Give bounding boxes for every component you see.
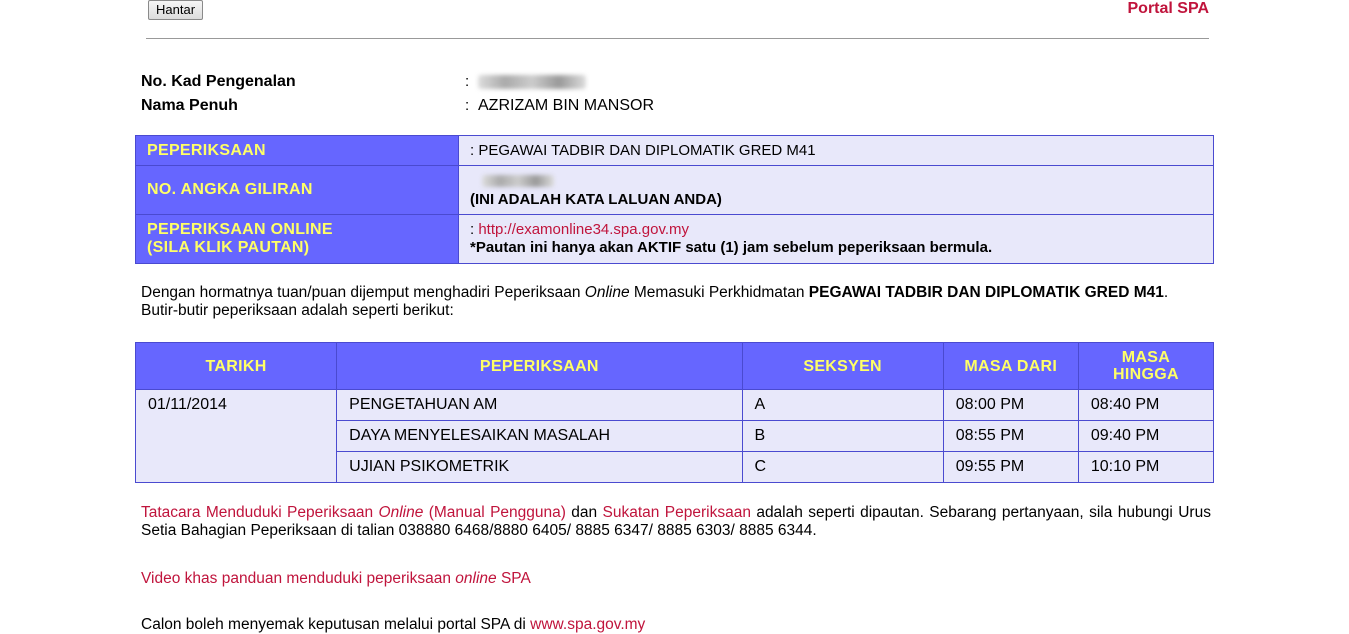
password-note: (INI ADALAH KATA LALUAN ANDA) bbox=[470, 191, 722, 208]
time-to: 08:40 PM bbox=[1077, 389, 1215, 421]
exam-online-link[interactable]: http://examonline34.spa.gov.my bbox=[478, 221, 689, 238]
online-exam-label: PEPERIKSAAN ONLINE (SILA KLIK PAUTAN) bbox=[135, 214, 459, 264]
online-exam-row: PEPERIKSAAN ONLINE (SILA KLIK PAUTAN) : … bbox=[135, 214, 1214, 264]
top-bar: Hantar Portal SPA bbox=[146, 0, 1209, 39]
exam-info-table: PEPERIKSAAN : PEGAWAI TADBIR DAN DIPLOMA… bbox=[135, 135, 1214, 264]
video-text-2: SPA bbox=[496, 570, 531, 587]
exam-label: PEPERIKSAAN bbox=[135, 135, 459, 166]
turn-number-row: NO. ANGKA GILIRAN (INI ADALAH KATA LALUA… bbox=[135, 165, 1214, 215]
online-exam-label-line2: (SILA KLIK PAUTAN) bbox=[147, 239, 310, 256]
exam-row: PEPERIKSAAN : PEGAWAI TADBIR DAN DIPLOMA… bbox=[135, 135, 1214, 166]
time-to: 10:10 PM bbox=[1077, 451, 1215, 483]
time-from: 09:55 PM bbox=[942, 451, 1079, 483]
schedule-header-row: TARIKH PEPERIKSAAN SEKSYEN MASA DARI MAS… bbox=[134, 342, 1215, 390]
header-time-to: MASA HINGGA bbox=[1077, 342, 1215, 390]
time-from: 08:55 PM bbox=[942, 420, 1079, 452]
invitation-text: Dengan hormatnya tuan/puan dijemput meng… bbox=[141, 284, 1211, 320]
turn-number-redacted bbox=[470, 172, 1202, 189]
online-colon: : bbox=[470, 221, 475, 238]
page-content: Hantar Portal SPA No. Kad Pengenalan : N… bbox=[134, 0, 1215, 633]
intro-text-1: Dengan hormatnya tuan/puan dijemput meng… bbox=[141, 284, 585, 301]
spa-website-link[interactable]: www.spa.gov.my bbox=[530, 616, 645, 633]
syllabus-link[interactable]: Sukatan Peperiksaan bbox=[603, 504, 751, 521]
note-and: dan bbox=[565, 504, 603, 521]
intro-text-2: Memasuki Perkhidmatan bbox=[629, 284, 809, 301]
name-label: Nama Penuh bbox=[141, 97, 238, 114]
intro-italic: Online bbox=[584, 284, 630, 301]
results-text: Calon boleh menyemak keputusan melalui p… bbox=[141, 616, 531, 633]
exam-schedule-table: TARIKH PEPERIKSAAN SEKSYEN MASA DARI MAS… bbox=[134, 342, 1215, 483]
name-colon: : bbox=[465, 97, 470, 114]
intro-bold: PEGAWAI TADBIR DAN DIPLOMATIK GRED M41 bbox=[808, 284, 1164, 301]
procedure-note: Tatacara Menduduki Peperiksaan Online (M… bbox=[141, 504, 1211, 540]
header-section: SEKSYEN bbox=[741, 342, 944, 390]
intro-text-3: . bbox=[1163, 284, 1169, 301]
manual-link-text-2: (Manual Pengguna) bbox=[423, 504, 566, 521]
ic-colon: : bbox=[465, 73, 470, 90]
header-time-from: MASA DARI bbox=[942, 342, 1079, 390]
results-note-cutoff: Calon boleh menyemak keputusan melalui p… bbox=[141, 616, 645, 634]
exam-name: PENGETAHUAN AM bbox=[336, 389, 743, 421]
video-italic: online bbox=[455, 570, 497, 587]
table-row: 01/11/2014 PENGETAHUAN AM A 08:00 PM 08:… bbox=[134, 389, 1215, 483]
manual-link[interactable]: Tatacara Menduduki Peperiksaan Online (M… bbox=[141, 504, 566, 521]
turn-number-value: (INI ADALAH KATA LALUAN ANDA) bbox=[458, 165, 1214, 215]
exam-section: A bbox=[741, 389, 944, 421]
name-value: AZRIZAM BIN MANSOR bbox=[478, 97, 655, 114]
ic-value-redacted bbox=[478, 70, 586, 94]
header-exam: PEPERIKSAAN bbox=[336, 342, 743, 390]
ic-label: No. Kad Pengenalan bbox=[141, 73, 296, 90]
online-exam-label-line1: PEPERIKSAAN ONLINE bbox=[147, 221, 333, 238]
exam-section: B bbox=[741, 420, 944, 452]
video-guide-link[interactable]: Video khas panduan menduduki peperiksaan… bbox=[141, 570, 531, 588]
time-to: 09:40 PM bbox=[1077, 420, 1215, 452]
manual-link-italic: Online bbox=[378, 504, 424, 521]
ic-row: No. Kad Pengenalan : bbox=[141, 70, 741, 94]
name-row: Nama Penuh : AZRIZAM BIN MANSOR bbox=[141, 94, 741, 118]
portal-spa-link[interactable]: Portal SPA bbox=[1128, 0, 1210, 18]
intro-line2: Butir-butir peperiksaan adalah seperti b… bbox=[141, 302, 454, 319]
submit-button[interactable]: Hantar bbox=[148, 0, 204, 20]
exam-name: UJIAN PSIKOMETRIK bbox=[336, 451, 743, 483]
candidate-identity: No. Kad Pengenalan : Nama Penuh : AZRIZA… bbox=[141, 70, 741, 118]
exam-value: : PEGAWAI TADBIR DAN DIPLOMATIK GRED M41 bbox=[458, 135, 1214, 166]
exam-name: DAYA MENYELESAIKAN MASALAH bbox=[336, 420, 743, 452]
video-text-1: Video khas panduan menduduki peperiksaan bbox=[141, 570, 456, 587]
exam-date: 01/11/2014 bbox=[134, 389, 338, 483]
online-exam-value: : http://examonline34.spa.gov.my *Pautan… bbox=[458, 214, 1214, 264]
turn-number-label: NO. ANGKA GILIRAN bbox=[135, 165, 459, 215]
manual-link-text-1: Tatacara Menduduki Peperiksaan bbox=[141, 504, 379, 521]
exam-section: C bbox=[741, 451, 944, 483]
link-active-note: *Pautan ini hanya akan AKTIF satu (1) ja… bbox=[470, 239, 993, 256]
header-date: TARIKH bbox=[134, 342, 338, 390]
time-from: 08:00 PM bbox=[942, 389, 1079, 421]
